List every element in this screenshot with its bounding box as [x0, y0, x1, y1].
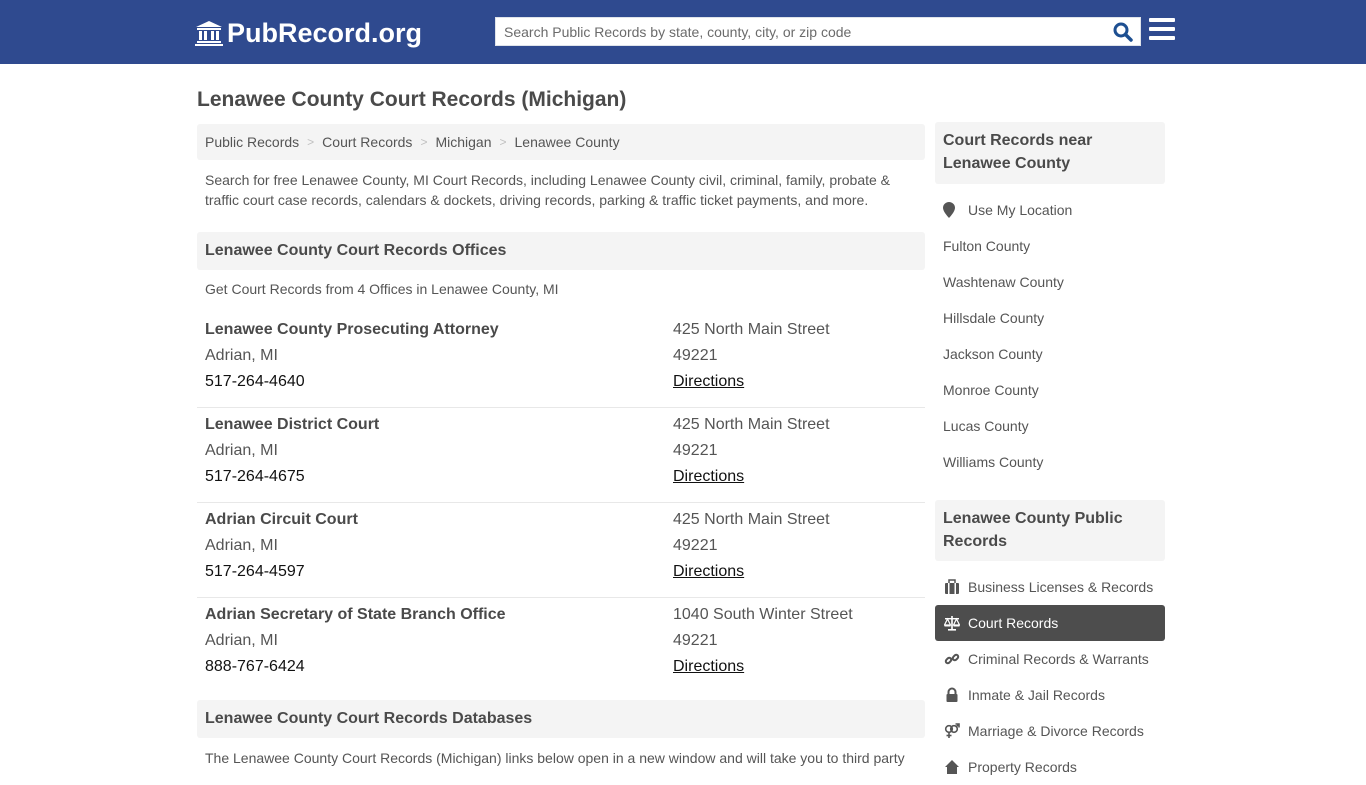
nearby-county-link[interactable]: Williams County: [943, 454, 1043, 470]
office-street: 425 North Main Street: [673, 511, 830, 528]
breadcrumb-public-records[interactable]: Public Records: [205, 134, 299, 150]
office-phone[interactable]: 517-264-4640: [205, 373, 499, 399]
office-city: Adrian, MI: [205, 442, 278, 459]
directions-link[interactable]: Directions: [673, 658, 744, 675]
sidebar-item-label: Inmate & Jail Records: [968, 687, 1105, 703]
databases-intro-text: The Lenawee County Court Records (Michig…: [205, 750, 905, 766]
link-icon: [944, 653, 960, 665]
nearby-heading: Court Records near Lenawee County: [935, 122, 1165, 184]
nearby-county-link[interactable]: Washtenaw County: [943, 274, 1064, 290]
search-box: [495, 17, 1141, 46]
sidebar-item-criminal-records[interactable]: Criminal Records & Warrants: [935, 641, 1165, 677]
page-title: Lenawee County Court Records (Michigan): [197, 88, 627, 111]
intro-text: Search for free Lenawee County, MI Court…: [205, 172, 891, 208]
search-input[interactable]: [496, 18, 1106, 45]
directions-link[interactable]: Directions: [673, 468, 744, 485]
office-zip: 49221: [673, 442, 718, 459]
office-item: Adrian Circuit Court Adrian, MI 517-264-…: [197, 503, 925, 598]
office-city: Adrian, MI: [205, 632, 278, 649]
sidebar-item-label: Court Records: [968, 615, 1059, 631]
offices-heading: Lenawee County Court Records Offices: [197, 232, 925, 270]
use-my-location-label: Use My Location: [968, 202, 1073, 218]
office-street: 425 North Main Street: [673, 416, 830, 433]
public-records-heading: Lenawee County Public Records: [935, 500, 1165, 561]
directions-link[interactable]: Directions: [673, 373, 744, 390]
office-zip: 49221: [673, 632, 718, 649]
home-icon: [945, 760, 959, 774]
sidebar-item-property-records[interactable]: Property Records: [935, 749, 1165, 785]
nearby-county-link[interactable]: Monroe County: [943, 382, 1039, 398]
sidebar-item-label: Criminal Records & Warrants: [968, 651, 1149, 667]
lock-icon: [946, 687, 958, 702]
office-phone[interactable]: 517-264-4597: [205, 563, 358, 589]
office-zip: 49221: [673, 537, 718, 554]
courthouse-icon: [195, 21, 223, 46]
site-logo[interactable]: PubRecord.org: [195, 16, 422, 50]
hamburger-menu-icon[interactable]: [1149, 18, 1175, 42]
sidebar-item-marriage-divorce[interactable]: Marriage & Divorce Records: [935, 713, 1165, 749]
office-street: 425 North Main Street: [673, 321, 830, 338]
balance-scale-icon: [944, 616, 960, 631]
office-name: Lenawee County Prosecuting Attorney: [205, 321, 499, 338]
office-city: Adrian, MI: [205, 537, 278, 554]
office-item: Adrian Secretary of State Branch Office …: [197, 598, 925, 693]
office-name: Adrian Secretary of State Branch Office: [205, 606, 506, 623]
databases-heading: Lenawee County Court Records Databases: [197, 700, 925, 738]
nearby-county-link[interactable]: Hillsdale County: [943, 310, 1044, 326]
sidebar-item-inmate-records[interactable]: Inmate & Jail Records: [935, 677, 1165, 713]
logo-text: PubRecord.org: [227, 17, 423, 48]
breadcrumb-separator: >: [499, 135, 507, 149]
sidebar-item-label: Property Records: [968, 759, 1077, 775]
office-phone[interactable]: 888-767-6424: [205, 658, 506, 684]
office-name: Adrian Circuit Court: [205, 511, 358, 528]
venus-mars-icon: [944, 723, 960, 738]
nearby-county-link[interactable]: Fulton County: [943, 238, 1030, 254]
nearby-county-link[interactable]: Jackson County: [943, 346, 1043, 362]
office-item: Lenawee District Court Adrian, MI 517-26…: [197, 408, 925, 503]
office-phone[interactable]: 517-264-4675: [205, 468, 379, 494]
breadcrumb: Public Records > Court Records > Michiga…: [197, 124, 925, 160]
search-icon[interactable]: [1112, 21, 1134, 43]
office-item: Lenawee County Prosecuting Attorney Adri…: [197, 313, 925, 408]
briefcase-icon: [945, 579, 959, 594]
office-zip: 49221: [673, 347, 718, 364]
breadcrumb-michigan[interactable]: Michigan: [435, 134, 491, 150]
map-marker-icon: [943, 202, 955, 218]
use-my-location-link[interactable]: Use My Location: [943, 202, 1072, 218]
offices-count-note: Get Court Records from 4 Offices in Lena…: [205, 281, 559, 297]
office-city: Adrian, MI: [205, 347, 278, 364]
sidebar-item-label: Marriage & Divorce Records: [968, 723, 1144, 739]
nearby-county-link[interactable]: Lucas County: [943, 418, 1029, 434]
sidebar-item-court-records[interactable]: Court Records: [935, 605, 1165, 641]
breadcrumb-court-records[interactable]: Court Records: [322, 134, 412, 150]
breadcrumb-separator: >: [307, 135, 315, 149]
breadcrumb-lenawee-county[interactable]: Lenawee County: [515, 134, 620, 150]
breadcrumb-separator: >: [420, 135, 428, 149]
office-name: Lenawee District Court: [205, 416, 380, 433]
top-navbar: PubRecord.org: [0, 0, 1366, 64]
sidebar-item-label: Business Licenses & Records: [968, 579, 1154, 595]
sidebar-item-business-licenses[interactable]: Business Licenses & Records: [935, 569, 1165, 605]
directions-link[interactable]: Directions: [673, 563, 744, 580]
office-street: 1040 South Winter Street: [673, 606, 853, 623]
